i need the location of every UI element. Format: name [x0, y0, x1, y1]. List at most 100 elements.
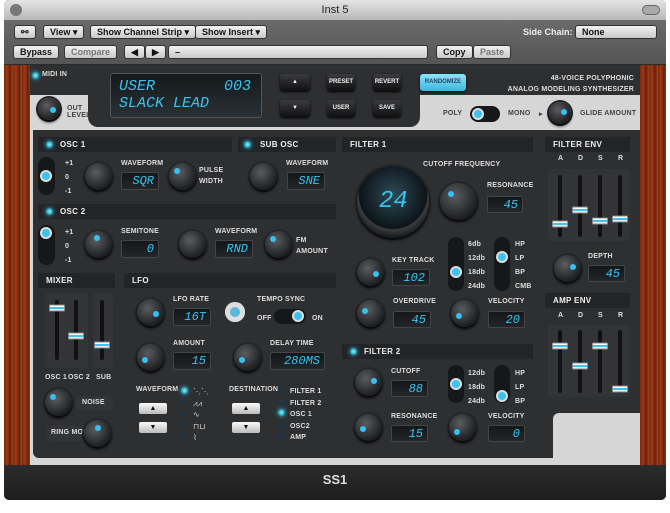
tempo-sync-switch[interactable] [274, 309, 306, 324]
filter1-slope-switch[interactable] [448, 237, 464, 291]
paste-button[interactable]: Paste [473, 45, 512, 59]
filter2-resonance-knob[interactable] [355, 414, 382, 441]
side-chain-select[interactable]: None [575, 25, 657, 39]
filter2-type-switch[interactable] [494, 365, 510, 403]
saw-up-wave-icon: ⩘⩘ [193, 398, 203, 408]
amp-env-release-slider[interactable] [612, 385, 628, 393]
link-button[interactable]: ⚯ [14, 25, 36, 39]
lfo-amount-label: AMOUNT [173, 340, 205, 347]
osc2-level-slider[interactable] [68, 332, 84, 340]
osc1-led[interactable] [46, 141, 53, 148]
cutoff-frequency-knob[interactable]: 24 [357, 166, 429, 238]
wave-option[interactable]: ⌇ [181, 432, 209, 444]
out-level-knob[interactable] [38, 98, 60, 120]
osc1-waveform-knob[interactable] [85, 163, 112, 190]
filter2-cutoff-knob[interactable] [355, 369, 382, 396]
filter-env-release-slider[interactable] [612, 215, 628, 223]
filter1-type-switch[interactable] [494, 237, 510, 291]
copy-button[interactable]: Copy [436, 45, 473, 59]
key-track-knob[interactable] [357, 259, 384, 286]
title-bar: Inst 5 [4, 0, 666, 20]
amp-env-sustain-slider[interactable] [592, 342, 608, 350]
sub-osc-led[interactable] [244, 141, 251, 148]
lfo-waveform-down-button[interactable]: ▼ [139, 422, 167, 433]
amp-env-sustain-label: S [598, 312, 603, 319]
preset-up-button[interactable]: ▲ [280, 74, 310, 91]
filter2-type-labels: HP LP BP [515, 370, 526, 405]
filter2-slope-switch[interactable] [448, 365, 464, 403]
lfo-delay-knob[interactable] [234, 344, 261, 371]
show-channel-strip-menu[interactable]: Show Channel Strip ▾ [90, 25, 197, 39]
view-menu[interactable]: View ▾ [43, 25, 85, 39]
lfo-destination-up-button[interactable]: ▲ [232, 403, 260, 414]
randomize-button[interactable]: RANDOMIZE [420, 74, 466, 91]
compare-button[interactable]: Compare [64, 45, 118, 59]
wood-side-left [4, 65, 30, 465]
osc1-pulse-width-knob[interactable] [169, 163, 196, 190]
osc2-waveform-knob[interactable] [179, 231, 206, 258]
preset-select[interactable]: – [168, 45, 428, 59]
glide-amount-knob[interactable] [549, 102, 571, 124]
filter2-header: FILTER 2 [342, 344, 533, 359]
poly-mono-switch[interactable] [470, 106, 500, 122]
destination-option[interactable]: OSC 1 [278, 409, 321, 421]
lfo-destination-down-button[interactable]: ▼ [232, 422, 260, 433]
tempo-sync-off-label: OFF [257, 315, 272, 322]
filter2-slope-labels: 12db 18db 24db [468, 370, 486, 405]
osc2-led[interactable] [46, 208, 53, 215]
filter-env-sustain-label: S [598, 155, 603, 162]
osc2-octave-switch[interactable] [38, 225, 55, 265]
save-button[interactable]: SAVE [373, 100, 401, 117]
ring-mod-knob[interactable] [84, 420, 111, 447]
filter1-velocity-knob[interactable] [451, 300, 478, 327]
noise-knob[interactable] [45, 389, 72, 416]
osc1-level-slider[interactable] [49, 304, 65, 312]
lfo-rate-label: LFO RATE [173, 296, 210, 303]
amp-env-attack-slider[interactable] [552, 342, 568, 350]
filter2-velocity-knob[interactable] [449, 414, 476, 441]
lfo-amount-knob[interactable] [137, 344, 164, 371]
wave-option[interactable]: ⩘⩘ [181, 398, 209, 410]
amp-env-sustain-track [598, 330, 602, 393]
revert-button[interactable]: REVERT [373, 74, 401, 91]
overdrive-knob[interactable] [357, 300, 384, 327]
amp-env-release-track [618, 330, 622, 393]
previous-preset-button[interactable]: ◀ [124, 45, 145, 59]
osc2-waveform-display: RND [215, 240, 253, 258]
wave-option[interactable]: ⊓⊔ [181, 421, 209, 433]
lfo-rate-knob[interactable] [137, 299, 164, 326]
tempo-sync-on-label: ON [312, 315, 323, 322]
sub-osc-waveform-knob[interactable] [250, 163, 277, 190]
destination-option[interactable]: OSC2 [278, 420, 321, 433]
preset-button[interactable]: PRESET [327, 74, 355, 91]
filter-env-sustain-slider[interactable] [592, 217, 608, 225]
bypass-button[interactable]: Bypass [13, 45, 60, 59]
filter-env-attack-slider[interactable] [552, 220, 568, 228]
destination-option[interactable]: FILTER 2 [278, 397, 321, 410]
destination-option[interactable]: AMP [278, 432, 321, 444]
lcd-preset-number: 003 [223, 78, 251, 95]
close-button[interactable] [10, 4, 22, 16]
filter1-resonance-knob[interactable] [440, 183, 477, 220]
osc2-semitone-knob[interactable] [85, 231, 112, 258]
show-insert-menu[interactable]: Show Insert ▾ [195, 25, 268, 39]
filter-env-decay-slider[interactable] [572, 206, 588, 214]
user-button[interactable]: USER [327, 100, 355, 117]
osc2-fm-amount-knob[interactable] [265, 231, 292, 258]
amp-env-attack-label: A [558, 312, 564, 319]
zoom-button[interactable] [642, 5, 660, 15]
wave-option[interactable]: ∿ [181, 409, 209, 421]
footer-bar: SS1 [4, 465, 666, 500]
tempo-sync-button[interactable] [225, 302, 245, 322]
osc1-octave-switch[interactable] [38, 157, 55, 195]
filter2-led[interactable] [350, 348, 357, 355]
next-preset-button[interactable]: ▶ [145, 45, 166, 59]
lfo-waveform-up-button[interactable]: ▲ [139, 403, 167, 414]
wave-option[interactable]: ⋱⋱ [181, 386, 209, 398]
amp-env-decay-slider[interactable] [572, 362, 588, 370]
sub-level-slider[interactable] [94, 341, 110, 349]
filter2-velocity-label: VELOCITY [488, 413, 525, 420]
filter-env-depth-knob[interactable] [554, 255, 581, 282]
preset-down-button[interactable]: ▼ [280, 100, 310, 117]
destination-option[interactable]: FILTER 1 [278, 386, 321, 398]
